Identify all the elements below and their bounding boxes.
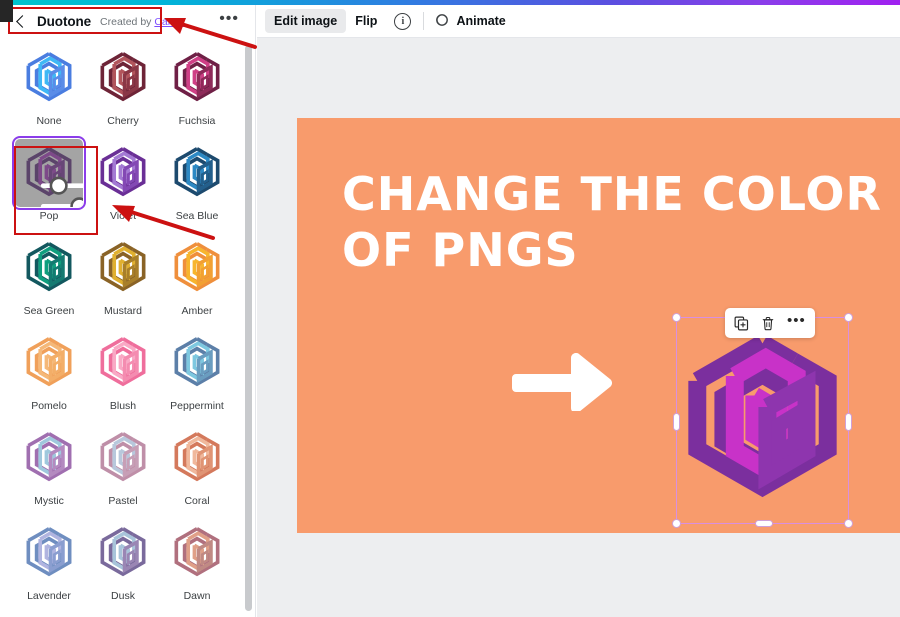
effect-thumb-peppermint[interactable]: Peppermint <box>160 329 234 424</box>
effect-thumb-preview <box>15 424 83 492</box>
panel-credit: Created by Canva <box>100 16 185 28</box>
effect-thumb-preview <box>15 519 83 587</box>
panel-credit-link[interactable]: Canva <box>154 16 184 28</box>
effect-thumb-label: Amber <box>181 305 213 317</box>
design-canvas-area[interactable]: CHANGE THE COLOR OF PNGS ••• <box>257 38 900 617</box>
effect-thumb-label: Pop <box>39 210 59 222</box>
effect-thumb-amber[interactable]: Amber <box>160 234 234 329</box>
effect-thumb-preview <box>163 234 231 302</box>
effect-thumb-violet[interactable]: Violet <box>86 139 160 234</box>
effect-thumb-label: Coral <box>184 495 210 507</box>
effect-thumb-label: Dawn <box>183 590 211 602</box>
effect-thumb-preview <box>163 329 231 397</box>
sidebar-scrollbar-thumb[interactable] <box>245 45 252 611</box>
effect-thumb-label: Violet <box>109 210 137 222</box>
selection-frame <box>672 313 853 528</box>
headline-text[interactable]: CHANGE THE COLOR OF PNGS <box>342 166 882 278</box>
effect-thumb-preview <box>89 44 157 112</box>
panel-title: Duotone <box>37 14 92 29</box>
resize-handle-middle-left[interactable] <box>673 413 680 431</box>
effect-thumb-fuchsia[interactable]: Fuchsia <box>160 44 234 139</box>
resize-handle-bottom-center[interactable] <box>755 520 773 527</box>
image-toolbar: Edit image Flip i Animate <box>257 5 900 38</box>
effect-thumb-preview <box>89 519 157 587</box>
effect-thumb-label: Pomelo <box>31 400 67 412</box>
effect-thumb-label: Dusk <box>111 590 135 602</box>
trash-icon[interactable] <box>761 316 775 331</box>
resize-handle-bottom-left[interactable] <box>672 519 681 528</box>
window-corner-block <box>0 0 13 22</box>
animate-circle-icon <box>433 13 449 29</box>
sliders-adjust-icon <box>38 165 83 207</box>
effect-thumb-label: Lavender <box>27 590 71 602</box>
resize-handle-bottom-right[interactable] <box>844 519 853 528</box>
effect-thumb-label: Blush <box>109 400 137 412</box>
effect-thumb-preview <box>163 424 231 492</box>
effect-thumb-dusk[interactable]: Dusk <box>86 519 160 614</box>
effect-thumb-label: Cherry <box>107 115 139 127</box>
effect-thumb-label: Peppermint <box>170 400 224 412</box>
effect-thumb-preview <box>12 136 86 210</box>
panel-more-button[interactable]: ••• <box>219 11 245 29</box>
effect-thumb-mystic[interactable]: Mystic <box>12 424 86 519</box>
panel-credit-prefix: Created by <box>100 15 152 28</box>
effect-thumb-sea-green[interactable]: Sea Green <box>12 234 86 329</box>
effect-thumb-coral[interactable]: Coral <box>160 424 234 519</box>
resize-handle-top-right[interactable] <box>844 313 853 322</box>
edit-image-button[interactable]: Edit image <box>265 9 347 33</box>
effect-thumb-cherry[interactable]: Cherry <box>86 44 160 139</box>
effect-thumb-label: Fuchsia <box>178 115 216 127</box>
effect-thumb-preview <box>15 234 83 302</box>
effect-thumb-lavender[interactable]: Lavender <box>12 519 86 614</box>
element-context-toolbar: ••• <box>725 308 815 338</box>
info-icon[interactable]: i <box>394 12 412 30</box>
effect-thumb-preview <box>15 44 83 112</box>
effect-thumb-preview <box>163 139 231 207</box>
effect-thumb-preview <box>89 424 157 492</box>
design-page[interactable]: CHANGE THE COLOR OF PNGS ••• <box>297 118 900 533</box>
canva-editor-window: Duotone Created by Canva ••• None Cherry… <box>0 0 900 617</box>
effects-scroll-region[interactable]: None Cherry Fuchsia Pop Violet Sea Blue … <box>0 38 255 617</box>
animate-label: Animate <box>456 14 506 28</box>
chevron-left-icon[interactable] <box>14 15 28 29</box>
effect-thumb-dawn[interactable]: Dawn <box>160 519 234 614</box>
window-accent-bar <box>0 0 900 5</box>
effect-thumb-preview <box>163 44 231 112</box>
effect-thumb-label: Mystic <box>34 495 64 507</box>
effect-thumb-preview <box>89 329 157 397</box>
effect-thumb-preview <box>89 234 157 302</box>
effect-thumb-label: Sea Green <box>23 305 75 317</box>
effect-thumb-blush[interactable]: Blush <box>86 329 160 424</box>
effect-thumb-none[interactable]: None <box>12 44 86 139</box>
effect-thumb-pastel[interactable]: Pastel <box>86 424 160 519</box>
effect-thumb-pop[interactable]: Pop <box>12 136 86 234</box>
effect-thumb-label: Pastel <box>108 495 138 507</box>
panel-header: Duotone Created by Canva ••• <box>0 5 255 38</box>
duplicate-icon[interactable] <box>734 316 749 331</box>
effect-thumb-label: Sea Blue <box>175 210 219 222</box>
right-arrow-shape[interactable] <box>512 352 613 416</box>
toolbar-divider <box>423 12 425 30</box>
flip-button[interactable]: Flip <box>346 9 386 33</box>
effect-thumb-pomelo[interactable]: Pomelo <box>12 329 86 424</box>
effect-thumb-label: Mustard <box>104 305 142 317</box>
effect-thumb-label: None <box>36 115 62 127</box>
element-more-button[interactable]: ••• <box>787 313 806 330</box>
effect-thumb-preview <box>163 519 231 587</box>
effect-thumb-sea-blue[interactable]: Sea Blue <box>160 139 234 234</box>
resize-handle-middle-right[interactable] <box>845 413 852 431</box>
effects-grid: None Cherry Fuchsia Pop Violet Sea Blue … <box>0 38 246 614</box>
effect-thumb-preview <box>15 329 83 397</box>
animate-button[interactable]: Animate <box>433 9 514 33</box>
duotone-effects-sidebar: Duotone Created by Canva ••• None Cherry… <box>0 5 256 617</box>
resize-handle-top-left[interactable] <box>672 313 681 322</box>
effect-thumb-preview <box>89 139 157 207</box>
effect-thumb-mustard[interactable]: Mustard <box>86 234 160 329</box>
